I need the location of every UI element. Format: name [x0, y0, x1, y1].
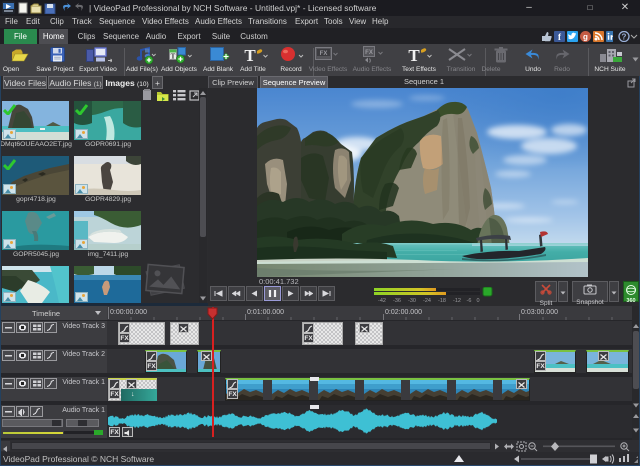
svg-text:-18: -18 — [438, 298, 446, 303]
svg-text:g: g — [583, 33, 588, 42]
svg-text:?: ? — [622, 33, 627, 42]
svg-text:0: 0 — [476, 298, 479, 303]
svg-text:0:00:00.000: 0:00:00.000 — [110, 309, 147, 316]
svg-text:0:01:00.000: 0:01:00.000 — [247, 309, 284, 316]
svg-text:-30: -30 — [408, 298, 416, 303]
svg-text:T: T — [408, 46, 420, 65]
svg-text:-12: -12 — [453, 298, 461, 303]
svg-text:-24: -24 — [423, 298, 431, 303]
svg-text:0:03:00.000: 0:03:00.000 — [521, 309, 558, 316]
svg-text:-42: -42 — [378, 298, 386, 303]
svg-text:FX: FX — [320, 51, 328, 57]
svg-text:-36: -36 — [393, 298, 401, 303]
svg-text:0:02:00.000: 0:02:00.000 — [385, 309, 422, 316]
svg-text:-6: -6 — [467, 298, 472, 303]
svg-text:T: T — [171, 53, 176, 61]
svg-text:FX: FX — [365, 50, 373, 56]
svg-text:T: T — [244, 46, 256, 65]
